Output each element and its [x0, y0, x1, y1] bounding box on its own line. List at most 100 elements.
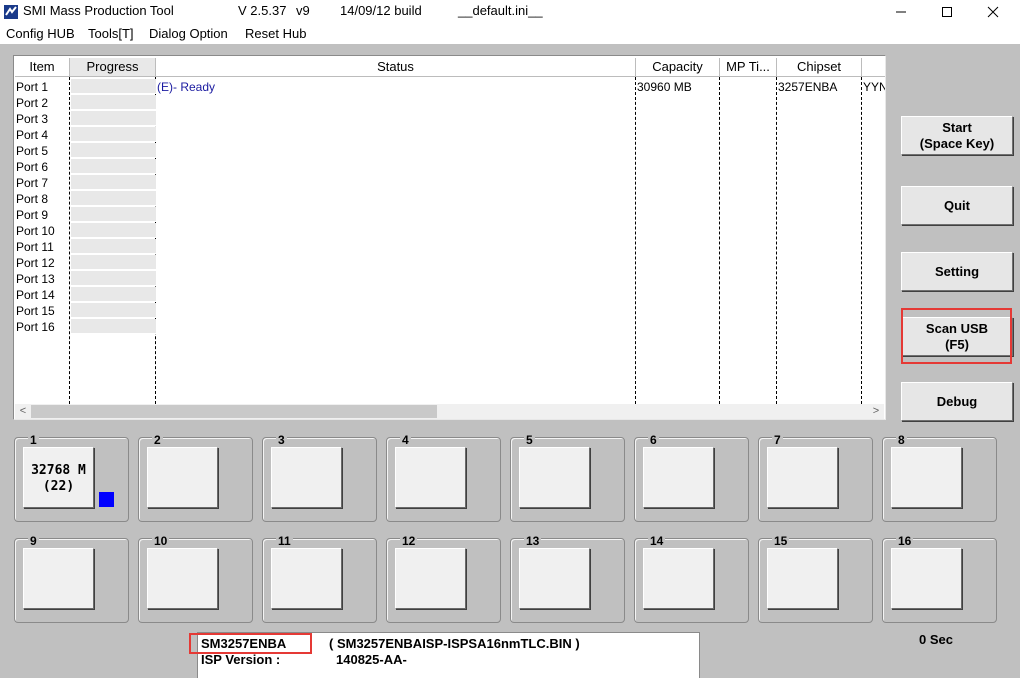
- highlight-box-chip-model: [189, 633, 312, 654]
- port-number: 9: [28, 534, 39, 548]
- progress-cell: [71, 303, 156, 318]
- column-header-capacity[interactable]: Capacity: [636, 58, 720, 77]
- port-number: 10: [152, 534, 170, 548]
- column-divider: [776, 77, 777, 404]
- list-item[interactable]: Port 4: [16, 127, 48, 143]
- port-panel-12: 12: [386, 534, 501, 623]
- highlight-box-scan-usb: [901, 308, 1012, 364]
- list-item[interactable]: Port 7: [16, 175, 48, 191]
- port-slot-button[interactable]: [271, 548, 342, 609]
- list-item[interactable]: Port 12: [16, 255, 55, 271]
- list-item[interactable]: Port 8: [16, 191, 48, 207]
- progress-cell: [71, 255, 156, 270]
- progress-cell: [71, 159, 156, 174]
- menu-reset-hub[interactable]: Reset Hub: [245, 26, 306, 41]
- close-icon: [987, 6, 999, 18]
- list-item[interactable]: Port 14: [16, 287, 55, 303]
- list-item[interactable]: Port 3: [16, 111, 48, 127]
- scroll-right-icon[interactable]: >: [868, 404, 884, 419]
- list-item[interactable]: Port 11: [16, 239, 54, 255]
- port-number: 14: [648, 534, 666, 548]
- port-number: 4: [400, 433, 411, 447]
- progress-cell: [71, 239, 156, 254]
- list-item[interactable]: Port 16: [16, 319, 55, 335]
- port-slot-button[interactable]: [643, 447, 714, 508]
- horizontal-scrollbar[interactable]: < >: [15, 404, 884, 419]
- port-panel-7: 7: [758, 433, 873, 522]
- progress-cell: [71, 191, 156, 206]
- list-item[interactable]: Port 9: [16, 207, 48, 223]
- port-slot-button[interactable]: [519, 548, 590, 609]
- list-item[interactable]: Port 1: [16, 79, 48, 95]
- port-slot-button[interactable]: [395, 447, 466, 508]
- maximize-icon: [942, 7, 952, 17]
- port-slot-button[interactable]: [767, 447, 838, 508]
- progress-cell: [71, 143, 156, 158]
- start-button-label: Start: [942, 119, 972, 135]
- port-panel-13: 13: [510, 534, 625, 623]
- port1-extra: YYN: [863, 80, 886, 94]
- isp-version-label: ISP Version :: [201, 652, 281, 667]
- minimize-button[interactable]: [878, 0, 924, 24]
- port-slot-button[interactable]: [147, 447, 218, 508]
- progress-cell: [71, 127, 156, 142]
- menu-dialog-option[interactable]: Dialog Option: [149, 26, 228, 41]
- setting-button[interactable]: Setting: [901, 252, 1013, 291]
- close-button[interactable]: [970, 0, 1016, 24]
- port-panel-2: 2: [138, 433, 253, 522]
- port1-chipset: 3257ENBA: [778, 80, 838, 94]
- app-title: SMI Mass Production Tool: [23, 3, 174, 18]
- port-number: 6: [648, 433, 659, 447]
- column-header-chipset[interactable]: Chipset: [777, 58, 862, 77]
- start-button-hotkey: (Space Key): [919, 135, 995, 151]
- column-header-mp-time[interactable]: MP Ti...: [720, 58, 777, 77]
- progress-cell: [71, 287, 156, 302]
- list-item[interactable]: Port 13: [16, 271, 55, 287]
- progress-cell: [71, 271, 156, 286]
- scrollbar-thumb[interactable]: [31, 405, 437, 418]
- port-panel-9: 9: [14, 534, 129, 623]
- port-slot-button[interactable]: [395, 548, 466, 609]
- progress-cell: [71, 207, 156, 222]
- port-slot-button[interactable]: [23, 548, 94, 609]
- port-number: 15: [772, 534, 790, 548]
- column-header-status[interactable]: Status: [156, 58, 636, 77]
- port-panel-4: 4: [386, 433, 501, 522]
- scroll-left-icon[interactable]: <: [15, 404, 31, 419]
- port-number: 16: [896, 534, 914, 548]
- column-divider: [719, 77, 720, 404]
- menu-bar: Config HUB Tools[T] Dialog Option Reset …: [0, 24, 1020, 44]
- progress-cell: [71, 175, 156, 190]
- port-slot-button[interactable]: 32768 M (22): [23, 447, 94, 508]
- status-indicator: [99, 492, 114, 507]
- quit-button[interactable]: Quit: [901, 186, 1013, 225]
- progress-cell: [71, 319, 156, 334]
- list-item[interactable]: Port 5: [16, 143, 48, 159]
- port-slot-button[interactable]: [147, 548, 218, 609]
- port-list-view[interactable]: Item Progress Status Capacity MP Ti... C…: [13, 55, 886, 420]
- column-header-item[interactable]: Item: [15, 58, 70, 77]
- progress-cell: [71, 95, 156, 110]
- start-button[interactable]: Start (Space Key): [901, 116, 1013, 155]
- port-slot-button[interactable]: [271, 447, 342, 508]
- port-slot-button[interactable]: [767, 548, 838, 609]
- list-item[interactable]: Port 10: [16, 223, 55, 239]
- maximize-button[interactable]: [924, 0, 970, 24]
- column-header-progress[interactable]: Progress: [70, 58, 156, 77]
- list-item[interactable]: Port 15: [16, 303, 55, 319]
- menu-config-hub[interactable]: Config HUB: [6, 26, 75, 41]
- isp-version-value: 140825-AA-: [336, 652, 407, 667]
- list-item[interactable]: Port 2: [16, 95, 48, 111]
- debug-button[interactable]: Debug: [901, 382, 1013, 421]
- port-slot-button[interactable]: [891, 447, 962, 508]
- port-slot-button[interactable]: [891, 548, 962, 609]
- menu-tools[interactable]: Tools[T]: [88, 26, 134, 41]
- port-slot-button[interactable]: [643, 548, 714, 609]
- port1-status: (E)- Ready: [157, 80, 216, 94]
- port-slot-button[interactable]: [519, 447, 590, 508]
- build-label: 14/09/12 build: [340, 3, 422, 18]
- progress-cell: [71, 111, 156, 126]
- list-item[interactable]: Port 6: [16, 159, 48, 175]
- isp-file: ( SM3257ENBAISP-ISPSA16nmTLC.BIN ): [329, 636, 580, 651]
- variant-label: v9: [296, 3, 310, 18]
